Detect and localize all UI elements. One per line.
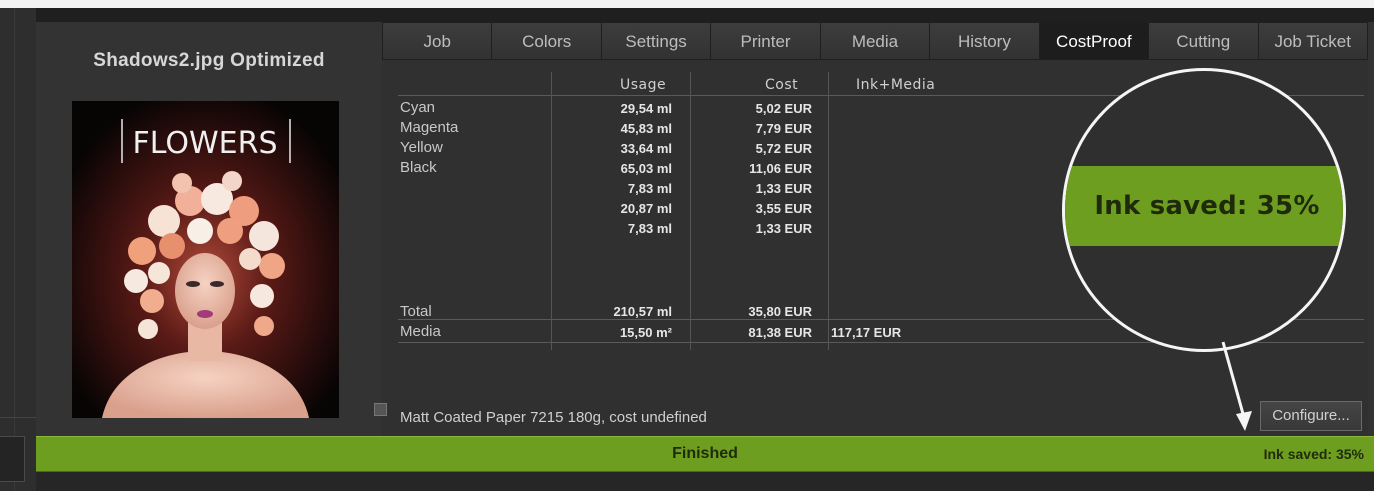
tab-settings[interactable]: Settings [601, 22, 712, 60]
poster-artwork: FLOWERS [72, 101, 339, 418]
ink-saved-status: Ink saved: 35% [1263, 446, 1364, 462]
column-divider [551, 72, 552, 350]
status-text: Finished [672, 445, 738, 462]
tab-costproof[interactable]: CostProof [1039, 22, 1150, 60]
tab-job[interactable]: Job [382, 22, 493, 60]
cost-cell: 1,33 EUR [755, 221, 812, 236]
media-label: Media [400, 323, 441, 340]
callout-text: Ink saved: 35% [1094, 191, 1320, 221]
bottom-strip [36, 472, 1374, 491]
tab-cutting[interactable]: Cutting [1149, 22, 1259, 60]
expand-toggle[interactable] [374, 403, 387, 416]
cost-cell: 7,79 EUR [755, 121, 812, 136]
usage-cell: 20,87 ml [620, 201, 672, 216]
header-ink-media: Ink+Media [856, 77, 936, 93]
media-cost: 81,38 EUR [748, 325, 812, 340]
usage-cell: 65,03 ml [620, 161, 672, 176]
preview-panel: Shadows2.jpg Optimized FLOWERS [36, 22, 382, 436]
configure-button[interactable]: Configure... [1260, 401, 1362, 431]
magnifier-callout: Ink saved: 35% [1062, 68, 1346, 352]
poster-title: FLOWERS [132, 126, 277, 161]
header-strip [36, 8, 1374, 22]
usage-cell: 45,83 ml [620, 121, 672, 136]
tab-history[interactable]: History [930, 22, 1040, 60]
tab-media[interactable]: Media [820, 22, 931, 60]
window-top-edge [0, 0, 1374, 8]
ink-name-cyan: Cyan [400, 99, 436, 116]
tab-printer[interactable]: Printer [711, 22, 821, 60]
column-divider [828, 72, 829, 350]
column-divider [690, 72, 691, 350]
usage-cell: 7,83 ml [627, 221, 672, 236]
total-usage: 210,57 ml [613, 304, 672, 319]
media-ink-media-total: 117,17 EUR [831, 325, 902, 340]
header-usage: Usage [620, 77, 667, 93]
cost-cell: 3,55 EUR [755, 201, 812, 216]
tab-bar: Job Colors Settings Printer Media Histor… [382, 22, 1368, 60]
ink-name-black: Black [400, 159, 437, 176]
tab-colors[interactable]: Colors [492, 22, 602, 60]
header-cost: Cost [765, 77, 799, 93]
paper-info: Matt Coated Paper 7215 180g, cost undefi… [400, 409, 707, 426]
usage-cell: 33,64 ml [620, 141, 672, 156]
left-panel-edge [14, 8, 15, 491]
image-thumbnail[interactable]: FLOWERS [72, 101, 339, 418]
status-bar: Finished Ink saved: 35% [36, 436, 1374, 472]
usage-cell: 29,54 ml [620, 101, 672, 116]
total-label: Total [400, 303, 432, 320]
total-cost: 35,80 EUR [748, 304, 812, 319]
cost-cell: 11,06 EUR [749, 161, 812, 176]
cost-cell: 5,02 EUR [755, 101, 812, 116]
cost-cell: 5,72 EUR [755, 141, 812, 156]
image-title: Shadows2.jpg Optimized [93, 50, 325, 71]
left-panel-handle[interactable] [0, 436, 25, 482]
ink-name-magenta: Magenta [400, 119, 459, 136]
left-panel-divider [0, 417, 36, 418]
usage-cell: 7,83 ml [627, 181, 672, 196]
cost-cell: 1,33 EUR [755, 181, 812, 196]
ink-name-yellow: Yellow [400, 139, 443, 156]
media-usage: 15,50 m² [619, 325, 672, 340]
left-side-panel [0, 8, 36, 491]
tab-job-ticket[interactable]: Job Ticket [1258, 22, 1368, 60]
